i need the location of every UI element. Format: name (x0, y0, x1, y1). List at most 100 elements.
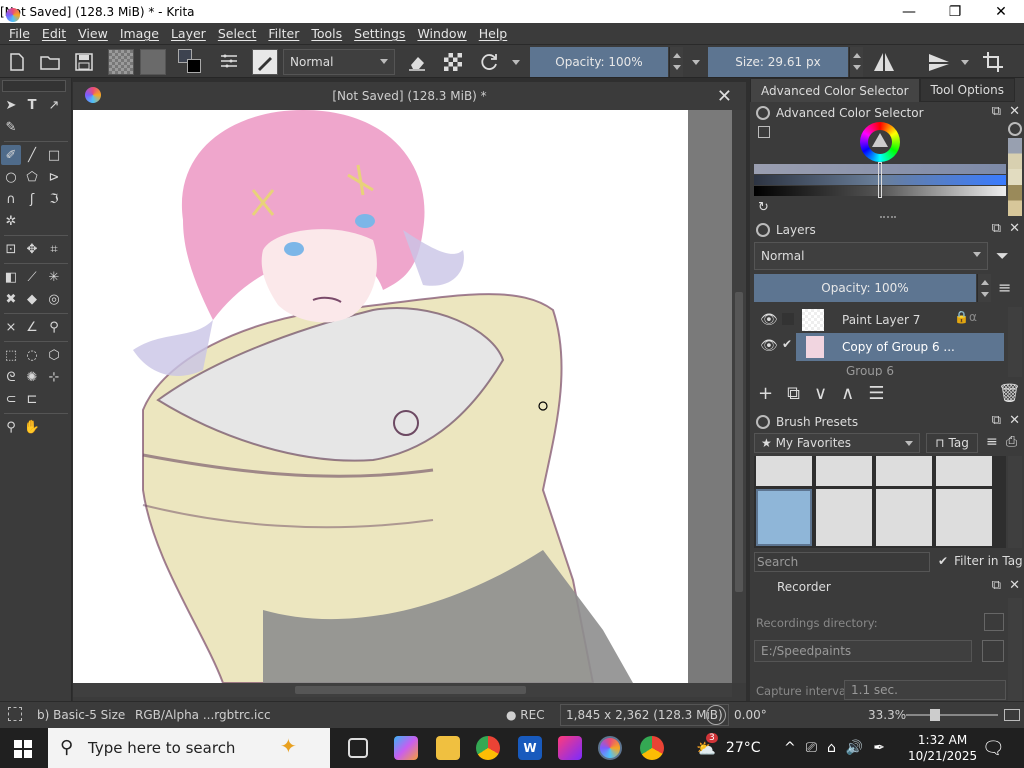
mirror-vertical-icon[interactable] (924, 45, 954, 79)
alpha-lock-icon[interactable] (440, 45, 466, 79)
opacity-spinner[interactable] (669, 47, 683, 77)
enclose-fill-tool-icon[interactable]: ◎ (44, 289, 64, 309)
weather-widget[interactable]: ⛅ 3 27°C (696, 728, 761, 768)
menu-view[interactable]: View (72, 26, 114, 41)
add-layer-icon[interactable]: + (758, 383, 773, 404)
start-button[interactable] (14, 740, 32, 758)
select-shapes-tool-icon[interactable]: ➤ (1, 95, 21, 115)
menu-settings[interactable]: Settings (348, 26, 411, 41)
filter-in-tag-checkbox[interactable]: ✔ Filter in Tag (938, 554, 1023, 568)
recordings-list-icon[interactable] (984, 613, 1004, 631)
line-tool-icon[interactable]: ╱ (22, 145, 42, 165)
reload-preset-icon[interactable] (476, 45, 502, 79)
freehand-path-tool-icon[interactable]: ʃ (22, 189, 42, 209)
visibility-eye-icon[interactable]: 👁 (760, 338, 778, 354)
menu-edit[interactable]: Edit (36, 26, 72, 41)
color-bar-cursor[interactable] (878, 162, 882, 198)
brush-preset-tile[interactable] (876, 489, 932, 546)
mirror-options-chevron-icon[interactable] (958, 45, 972, 79)
rotation-dial-icon[interactable] (706, 705, 726, 725)
layer-row[interactable]: 👁 Paint Layer 7 🔒α (754, 307, 1008, 333)
color-settings-icon[interactable] (758, 126, 770, 138)
crop-wrap-icon[interactable] (980, 45, 1006, 79)
file-explorer-icon[interactable] (436, 736, 460, 760)
layer-opacity-spinner[interactable] (977, 274, 991, 302)
vertical-scroll-thumb[interactable] (735, 292, 743, 592)
similar-color-selection-tool-icon[interactable]: ⊹ (44, 367, 64, 387)
foreground-background-color-icon[interactable] (176, 45, 206, 79)
brush-preset-tile[interactable] (936, 456, 992, 486)
blend-mode-dropdown[interactable]: Normal (283, 49, 395, 75)
brush-tag-dropdown[interactable]: ★ My Favorites (754, 433, 920, 453)
meet-now-icon[interactable]: ⎚ (806, 740, 817, 756)
float-panel-icon[interactable]: ⧉ (992, 578, 1001, 593)
polygon-tool-icon[interactable]: ⬠ (22, 167, 42, 187)
calligraphy-tool-icon[interactable]: ✎ (1, 117, 21, 137)
float-panel-icon[interactable]: ⧉ (992, 104, 1001, 119)
freehand-selection-tool-icon[interactable]: ᘓ (1, 367, 21, 387)
gradient-tool-icon[interactable]: ◧ (1, 267, 21, 287)
menu-help[interactable]: Help (473, 26, 514, 41)
close-document-button[interactable]: ✕ (717, 86, 732, 107)
float-panel-icon[interactable]: ⧉ (992, 221, 1001, 236)
horizontal-scrollbar[interactable] (73, 683, 732, 697)
minimize-button[interactable]: — (886, 0, 932, 23)
size-slider[interactable]: Size: 29.61 px (708, 47, 848, 77)
show-hidden-icons-chevron-icon[interactable]: ^ (784, 740, 796, 756)
lock-icon[interactable] (756, 415, 770, 429)
capture-interval-spinbox[interactable]: 1.1 sec. (844, 680, 1006, 700)
artwork-canvas[interactable] (73, 110, 688, 683)
brush-preset-tile[interactable] (936, 489, 992, 546)
close-button[interactable]: ✕ (978, 0, 1024, 23)
freehand-brush-tool-icon[interactable]: ✐ (1, 145, 21, 165)
polygonal-selection-tool-icon[interactable]: ⬡ (44, 345, 64, 365)
tab-tool-options[interactable]: Tool Options (919, 78, 1015, 102)
close-panel-icon[interactable]: ✕ (1009, 413, 1020, 428)
brush-preset-tile[interactable] (756, 456, 812, 486)
selection-icon[interactable] (8, 707, 22, 721)
magnetic-selection-tool-icon[interactable]: ⊏ (22, 389, 42, 409)
brush-preset-tile[interactable] (816, 489, 872, 546)
network-icon[interactable]: ⌂ (827, 740, 836, 756)
panel-options-icon[interactable]: ⎙ (1006, 434, 1017, 450)
layer-blend-mode-dropdown[interactable]: Normal (754, 242, 988, 270)
refresh-icon[interactable]: ↻ (758, 200, 769, 215)
fit-screen-icon[interactable] (1004, 709, 1020, 721)
brush-preset-tile-selected[interactable] (756, 489, 812, 546)
assistant-tool-icon[interactable]: ⨯ (1, 317, 21, 337)
size-spinner[interactable] (849, 47, 863, 77)
creative-cloud-icon[interactable] (558, 736, 582, 760)
chrome-profile-icon[interactable] (640, 736, 664, 760)
close-panel-icon[interactable]: ✕ (1009, 104, 1020, 119)
dynamic-brush-tool-icon[interactable]: ℑ (44, 189, 64, 209)
reload-options-chevron-icon[interactable] (508, 45, 524, 79)
menu-tools[interactable]: Tools (305, 26, 348, 41)
color-wheel[interactable] (860, 122, 900, 162)
layer-checkbox-checked[interactable]: ✔ (782, 337, 792, 351)
float-panel-icon[interactable]: ⧉ (992, 413, 1001, 428)
brush-settings-icon[interactable] (216, 45, 242, 79)
rectangle-tool-icon[interactable]: □ (44, 145, 64, 165)
tag-button[interactable]: ⊓ Tag (926, 433, 978, 453)
image-dimensions[interactable]: 1,845 x 2,362 (128.3 MiB) (560, 704, 729, 726)
polyline-tool-icon[interactable]: ⊳ (44, 167, 64, 187)
reference-images-tool-icon[interactable]: ⚲ (44, 317, 64, 337)
menu-file[interactable]: File (3, 26, 36, 41)
volume-icon[interactable]: 🔊 (846, 740, 863, 756)
recordings-directory-field[interactable]: E:/Speedpaints (754, 640, 972, 662)
canvas-area[interactable] (73, 110, 732, 683)
opacity-slider[interactable]: Opacity: 100% (530, 47, 668, 77)
visibility-eye-icon[interactable]: 👁 (760, 312, 778, 328)
zoom-tool-icon[interactable]: ⚲ (1, 417, 21, 437)
browse-folder-icon[interactable] (982, 640, 1004, 662)
vertical-scrollbar[interactable] (732, 110, 746, 683)
edit-shapes-tool-icon[interactable]: ↗ (44, 95, 64, 115)
pen-icon[interactable]: ✒ (873, 740, 885, 756)
rectangular-selection-tool-icon[interactable]: ⬚ (1, 345, 21, 365)
new-document-icon[interactable] (6, 45, 28, 79)
word-icon[interactable]: W (518, 736, 542, 760)
zoom-slider-handle[interactable] (930, 709, 940, 721)
menu-image[interactable]: Image (114, 26, 165, 41)
tab-advanced-color-selector[interactable]: Advanced Color Selector (750, 78, 920, 102)
move-layer-down-icon[interactable]: ∨ (814, 383, 827, 404)
